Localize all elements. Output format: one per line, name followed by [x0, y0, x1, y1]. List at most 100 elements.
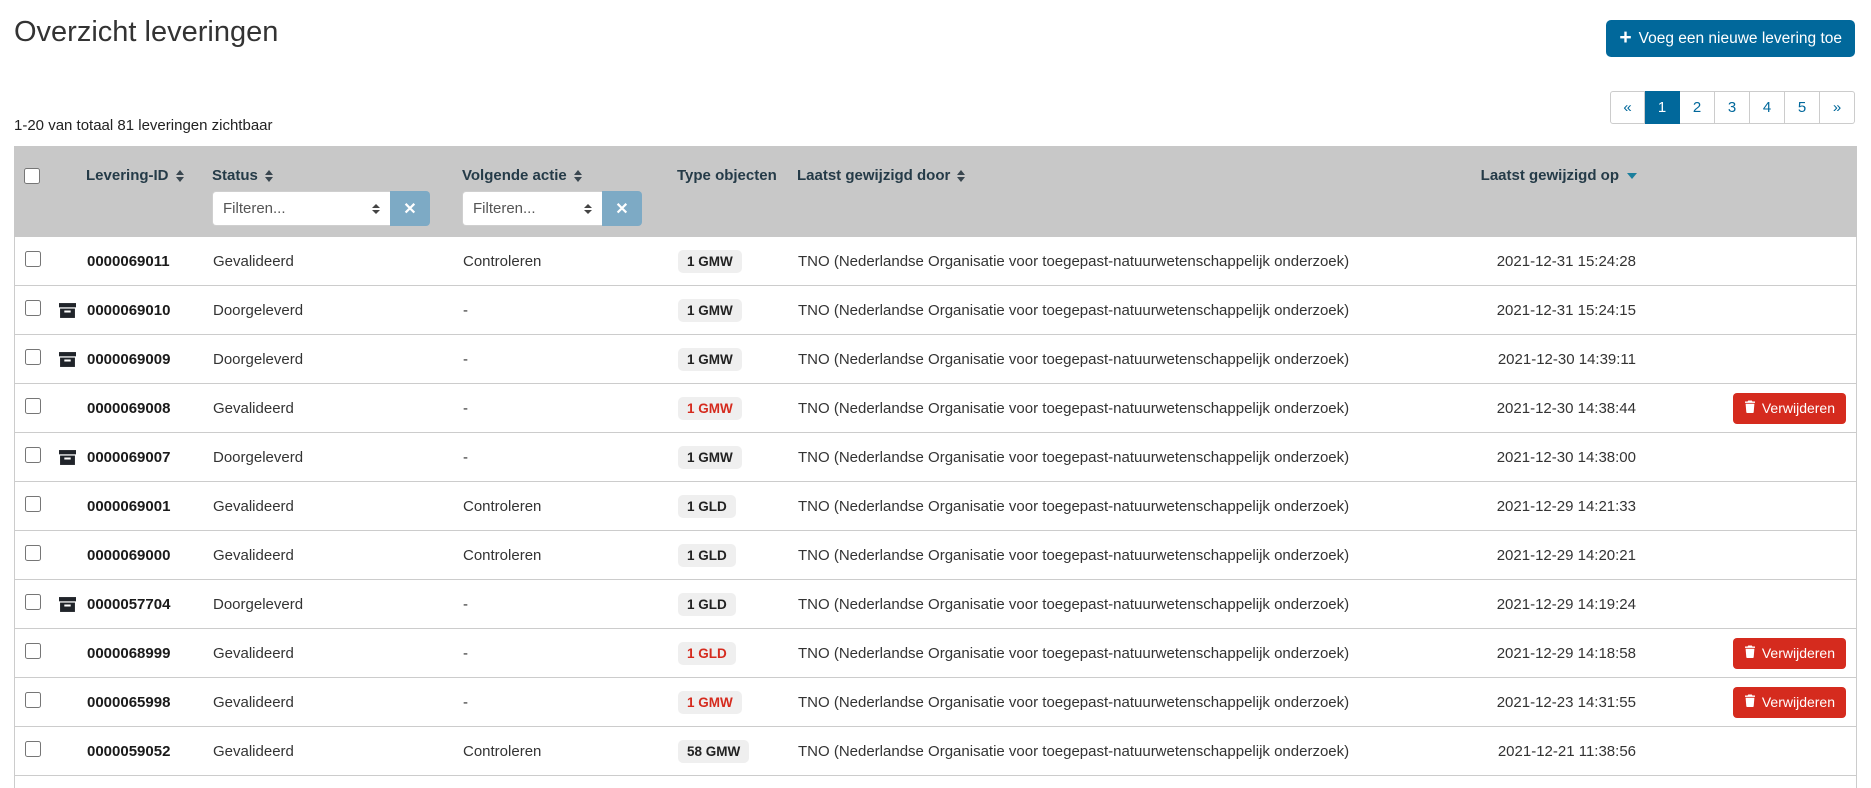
table-row: 0000065998 Gevalideerd - 1 GMW TNO (Nederlan… — [15, 678, 1856, 727]
levering-id: 0000057704 — [87, 596, 170, 613]
laatst-gewijzigd-door-value: TNO (Nederlandse Organisatie voor toegep… — [798, 645, 1349, 662]
levering-id: 0000069010 — [87, 302, 170, 319]
row-checkbox[interactable] — [25, 447, 41, 463]
row-checkbox[interactable] — [25, 496, 41, 512]
clear-filter-icon: ✕ — [615, 199, 628, 219]
table-row: 0000069007Doorgeleverd-1 GMWTNO (Nederla… — [15, 433, 1856, 482]
row-checkbox[interactable] — [25, 692, 41, 708]
laatst-gewijzigd-op-value: 2021-12-31 15:24:15 — [1497, 302, 1636, 319]
table-row: 0000069011GevalideerdControleren1 GMWTNO… — [15, 237, 1856, 286]
laatst-gewijzigd-op-value: 2021-12-29 14:21:33 — [1497, 498, 1636, 515]
pagination-next[interactable]: » — [1820, 91, 1855, 124]
row-checkbox[interactable] — [25, 398, 41, 414]
pagination-prev[interactable]: « — [1610, 91, 1645, 124]
row-checkbox[interactable] — [25, 251, 41, 267]
levering-id: 0000069009 — [87, 351, 170, 368]
verwijderen-button[interactable]: Verwijderen — [1733, 638, 1846, 669]
laatst-gewijzigd-door-value: TNO (Nederlandse Organisatie voor toegep… — [798, 743, 1349, 760]
verwijderen-button[interactable]: Verwijderen — [1733, 687, 1846, 718]
archive-icon — [59, 449, 76, 466]
volgende-actie-filter-select[interactable]: Filteren... — [462, 191, 602, 226]
table-row-partial — [15, 776, 1856, 788]
laatst-gewijzigd-op-value: 2021-12-30 14:39:11 — [1498, 351, 1636, 368]
volgende-actie-value: - — [463, 449, 468, 466]
status-filter-clear-button[interactable]: ✕ — [390, 191, 430, 226]
laatst-gewijzigd-op-value: 2021-12-29 14:19:24 — [1497, 596, 1636, 613]
status-value: Gevalideerd — [213, 400, 294, 417]
row-checkbox[interactable] — [25, 300, 41, 316]
table-row: 0000057704Doorgeleverd-1 GLDTNO (Nederla… — [15, 580, 1856, 629]
type-objecten-badge: 1 GLD — [678, 495, 736, 518]
volgende-actie-value: - — [463, 400, 468, 417]
volgende-actie-value: - — [463, 596, 468, 613]
add-levering-button[interactable]: + Voeg een nieuwe levering toe — [1606, 20, 1855, 57]
laatst-gewijzigd-door-value: TNO (Nederlandse Organisatie voor toegep… — [798, 302, 1349, 319]
levering-id: 0000069000 — [87, 547, 170, 564]
laatst-gewijzigd-op-value: 2021-12-29 14:18:58 — [1497, 645, 1636, 662]
table-row: 0000068999Gevalideerd-1 GLDTNO (Nederlan… — [15, 629, 1856, 678]
laatst-gewijzigd-door-value: TNO (Nederlandse Organisatie voor toegep… — [798, 498, 1349, 515]
laatst-gewijzigd-op-value: 2021-12-30 14:38:44 — [1497, 400, 1636, 417]
table-row: 0000069001GevalideerdControleren1 GLDTNO… — [15, 482, 1856, 531]
page-title: Overzicht leveringen — [14, 16, 278, 49]
type-objecten-badge: 1 GMW — [678, 299, 742, 322]
status-value: Gevalideerd — [213, 498, 294, 515]
archive-icon — [59, 351, 76, 368]
table-row: 0000069010Doorgeleverd-1 GMWTNO (Nederla… — [15, 286, 1856, 335]
column-header-volgende-actie[interactable]: Volgende actie — [454, 167, 669, 184]
verwijderen-button-label: Verwijderen — [1762, 694, 1835, 710]
levering-id: 0000069001 — [87, 498, 170, 515]
laatst-gewijzigd-op-value: 2021-12-31 15:24:28 — [1497, 253, 1636, 270]
row-checkbox[interactable] — [25, 643, 41, 659]
pagination-page-1[interactable]: 1 — [1645, 91, 1680, 124]
leveringen-table: Levering-ID Status Volgende actie Type o… — [14, 146, 1857, 788]
pagination-page-5[interactable]: 5 — [1785, 91, 1820, 124]
levering-id: 0000069007 — [87, 449, 170, 466]
table-header: Levering-ID Status Volgende actie Type o… — [14, 146, 1857, 237]
plus-icon: + — [1619, 27, 1631, 48]
laatst-gewijzigd-door-value: TNO (Nederlandse Organisatie voor toegep… — [798, 547, 1349, 564]
type-objecten-badge: 1 GLD — [678, 593, 736, 616]
select-caret-icon — [584, 204, 592, 214]
type-objecten-badge: 1 GMW — [678, 397, 742, 420]
status-value: Gevalideerd — [213, 694, 294, 711]
pagination: «12345» — [1610, 91, 1855, 124]
levering-id: 0000068999 — [87, 645, 170, 662]
status-filter-select[interactable]: Filteren... — [212, 191, 390, 226]
results-count: 1-20 van totaal 81 leveringen zichtbaar — [14, 117, 273, 134]
status-value: Gevalideerd — [213, 645, 294, 662]
select-all-checkbox[interactable] — [24, 168, 40, 184]
column-header-laatst-gewijzigd-op[interactable]: Laatst gewijzigd op — [1439, 167, 1685, 184]
table-row: 0000069000GevalideerdControleren1 GLDTNO… — [15, 531, 1856, 580]
sort-icon — [265, 170, 273, 182]
row-checkbox[interactable] — [25, 741, 41, 757]
row-checkbox[interactable] — [25, 349, 41, 365]
volgende-actie-filter-clear-button[interactable]: ✕ — [602, 191, 642, 226]
type-objecten-badge: 1 GMW — [678, 348, 742, 371]
volgende-actie-value: - — [463, 694, 468, 711]
row-checkbox[interactable] — [25, 545, 41, 561]
type-objecten-badge: 1 GMW — [678, 250, 742, 273]
column-header-laatst-gewijzigd-door[interactable]: Laatst gewijzigd door — [789, 167, 1439, 184]
laatst-gewijzigd-door-value: TNO (Nederlandse Organisatie voor toegep… — [798, 694, 1349, 711]
column-header-levering-id[interactable]: Levering-ID — [86, 167, 204, 184]
status-value: Gevalideerd — [213, 547, 294, 564]
column-header-status[interactable]: Status — [204, 167, 454, 184]
laatst-gewijzigd-op-value: 2021-12-29 14:20:21 — [1497, 547, 1636, 564]
pagination-page-3[interactable]: 3 — [1715, 91, 1750, 124]
laatst-gewijzigd-door-value: TNO (Nederlandse Organisatie voor toegep… — [798, 253, 1349, 270]
levering-id: 0000065998 — [87, 694, 170, 711]
archive-icon — [59, 596, 76, 613]
pagination-page-4[interactable]: 4 — [1750, 91, 1785, 124]
type-objecten-badge: 1 GMW — [678, 691, 742, 714]
table-body: 0000069011 Gevalideerd Controleren 1 GMW TNO… — [15, 237, 1856, 788]
volgende-actie-value: Controleren — [463, 547, 541, 564]
levering-id: 0000069011 — [87, 253, 170, 270]
verwijderen-button-label: Verwijderen — [1762, 645, 1835, 661]
pagination-page-2[interactable]: 2 — [1680, 91, 1715, 124]
laatst-gewijzigd-door-value: TNO (Nederlandse Organisatie voor toegep… — [798, 449, 1349, 466]
laatst-gewijzigd-door-value: TNO (Nederlandse Organisatie voor toegep… — [798, 351, 1349, 368]
verwijderen-button[interactable]: Verwijderen — [1733, 393, 1846, 424]
row-checkbox[interactable] — [25, 594, 41, 610]
sort-icon — [957, 170, 965, 182]
